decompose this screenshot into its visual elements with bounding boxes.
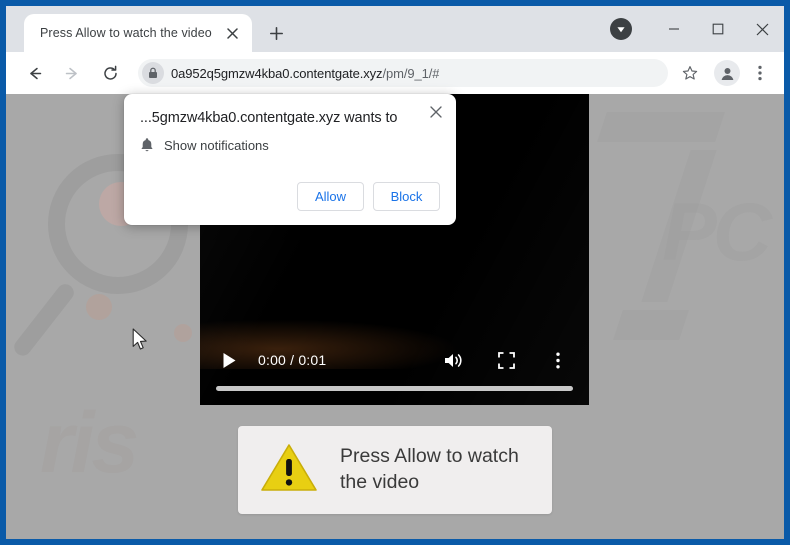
browser-tab[interactable]: Press Allow to watch the video [24,14,252,52]
notification-permission-dialog: ...5gmzw4kba0.contentgate.xyz wants to S… [124,94,456,225]
url-domain: 0a952q5gmzw4kba0.contentgate.xyz [171,65,383,81]
window-controls [610,6,784,52]
dialog-close-icon[interactable] [424,100,448,124]
warning-triangle-icon [260,442,318,499]
download-indicator-icon[interactable] [610,18,632,40]
tab-strip: Press Allow to watch the video [6,6,784,52]
volume-icon[interactable] [441,347,467,373]
video-progress-bar[interactable] [216,386,573,391]
allow-button[interactable]: Allow [297,182,364,211]
watermark-dot [174,324,192,342]
back-button[interactable] [20,59,48,87]
mouse-cursor [132,328,149,357]
video-time-display: 0:00 / 0:01 [258,352,327,368]
video-controls-right [441,347,573,373]
close-button[interactable] [740,11,784,47]
video-controls-row: 0:00 / 0:01 [216,345,573,375]
minimize-button[interactable] [652,11,696,47]
tab-close-icon[interactable] [222,23,242,43]
dialog-permission-label: Show notifications [164,138,269,153]
url-path: /pm/9_1/# [382,65,440,81]
watermark-text-right: PC [662,187,772,278]
watermark-dot [86,294,112,320]
watermark-slash [613,310,689,340]
profile-avatar[interactable] [714,60,740,86]
reload-button[interactable] [96,59,124,87]
new-tab-button[interactable] [262,19,290,47]
bookmark-star-icon[interactable] [676,59,704,87]
browser-toolbar: 0a952q5gmzw4kba0.contentgate.xyz/pm/9_1/… [6,52,784,94]
browser-window: Press Allow to watch the video 0a952q5gm… [6,6,784,539]
fullscreen-icon[interactable] [493,347,519,373]
bell-icon [140,137,154,158]
address-bar[interactable]: 0a952q5gmzw4kba0.contentgate.xyz/pm/9_1/… [138,59,668,87]
video-controls-bar: 0:00 / 0:01 [200,335,589,405]
watermark-text: ris [40,395,139,491]
watermark-magnifier-handle [10,280,78,360]
video-more-options-icon[interactable] [545,347,571,373]
block-button[interactable]: Block [373,182,440,211]
dialog-buttons: Allow Block [297,182,440,211]
lock-icon [142,62,164,84]
address-bar-url: 0a952q5gmzw4kba0.contentgate.xyz/pm/9_1/… [171,66,439,81]
maximize-button[interactable] [696,11,740,47]
forward-button[interactable] [58,59,86,87]
tab-title: Press Allow to watch the video [40,26,212,40]
press-allow-banner: Press Allow to watch the video [238,426,552,514]
screenshot-frame: Press Allow to watch the video 0a952q5gm… [0,0,790,545]
browser-menu-icon[interactable] [746,59,774,87]
play-button[interactable] [216,347,242,373]
press-allow-banner-text: Press Allow to watch the video [340,445,519,493]
dialog-title: ...5gmzw4kba0.contentgate.xyz wants to [140,110,398,126]
dialog-permission-row: Show notifications [140,138,269,153]
watermark-slash [597,112,725,142]
